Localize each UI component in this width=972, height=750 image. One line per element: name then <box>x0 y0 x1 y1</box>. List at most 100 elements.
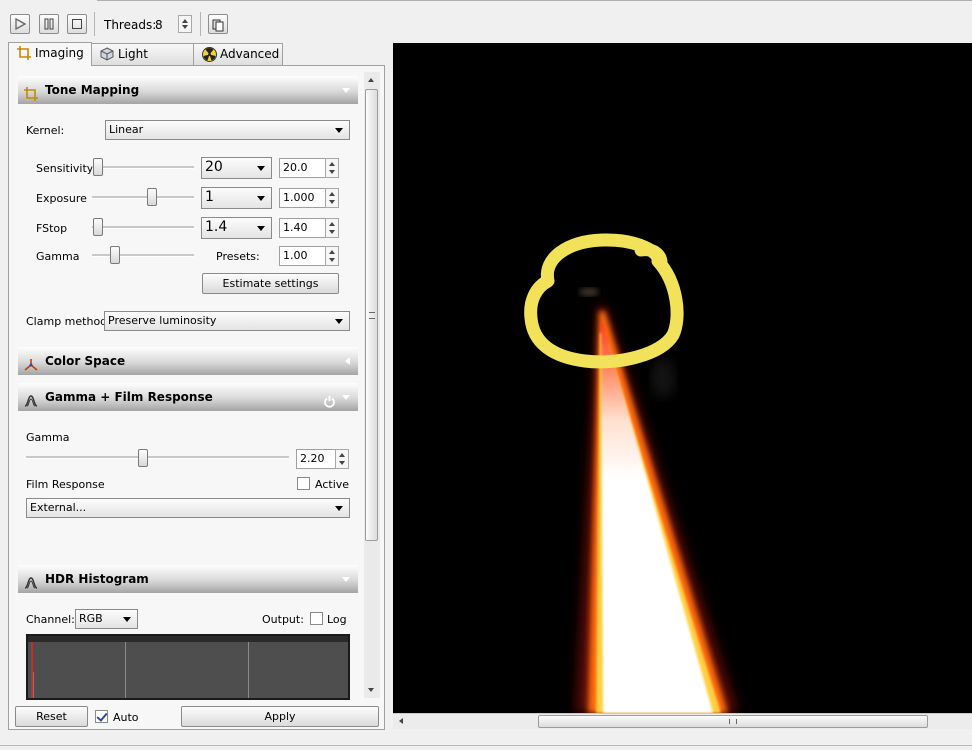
histogram-plot <box>26 634 350 700</box>
pause-button[interactable] <box>39 14 59 34</box>
gamma-spinner[interactable] <box>325 246 339 266</box>
crop-icon <box>17 46 31 67</box>
clamp-method-label: Clamp method: <box>26 315 111 328</box>
toolbar-separator-2 <box>200 12 201 36</box>
collapse-arrow-icon[interactable] <box>342 88 350 93</box>
channel-select[interactable]: RGB <box>75 609 138 629</box>
exposure-input[interactable]: 1.000 <box>279 188 339 208</box>
scroll-down-arrow[interactable] <box>368 688 374 692</box>
play-button[interactable] <box>10 14 30 34</box>
copy-button[interactable] <box>208 14 228 34</box>
estimate-settings-button[interactable]: Estimate settings <box>202 273 339 294</box>
curve-icon <box>24 390 38 418</box>
film-gamma-slider-thumb[interactable] <box>138 449 148 467</box>
toolbar-separator <box>94 12 95 36</box>
scroll-up-arrow[interactable] <box>368 78 374 82</box>
fstop-slider-thumb[interactable] <box>93 218 103 236</box>
film-gamma-spinner[interactable] <box>335 449 349 469</box>
fstop-spinner[interactable] <box>325 218 339 238</box>
film-gamma-slider-track[interactable] <box>26 456 289 459</box>
exposure-slider-thumb[interactable] <box>147 188 157 206</box>
auto-checkbox[interactable] <box>95 710 108 723</box>
grip-icon <box>369 312 375 319</box>
sensitivity-slider-thumb[interactable] <box>93 158 103 176</box>
fstop-label: FStop <box>36 222 68 235</box>
apply-button[interactable]: Apply <box>181 706 379 727</box>
viewport-horizontal-scrollbar[interactable] <box>393 713 972 729</box>
collapse-arrow-icon[interactable] <box>342 395 350 400</box>
panel-scroll-thumb[interactable] <box>365 89 378 541</box>
chevron-down-icon <box>335 506 343 511</box>
viewport-scroll-thumb[interactable] <box>538 715 928 728</box>
film-gamma-input[interactable]: 2.20 <box>296 449 349 469</box>
pause-icon <box>44 18 54 30</box>
film-active-checkbox[interactable] <box>297 477 310 490</box>
color-space-header[interactable]: Color Space <box>18 347 358 375</box>
gamma-film-header[interactable]: Gamma + Film Response <box>18 383 358 411</box>
threads-label: Threads: <box>104 18 157 32</box>
panel-vertical-scrollbar[interactable] <box>364 72 380 698</box>
histogram-gridline <box>125 642 126 698</box>
top-border <box>97 0 972 1</box>
stop-icon <box>72 19 82 29</box>
chevron-down-icon <box>257 196 265 201</box>
power-icon[interactable] <box>323 390 336 418</box>
exposure-label: Exposure <box>36 192 87 205</box>
curve-icon <box>24 572 38 600</box>
sensitivity-combo[interactable]: 20 <box>201 157 272 179</box>
exposure-combo[interactable]: 1 <box>201 187 272 209</box>
log-label: Log <box>327 613 347 626</box>
presets-label: Presets: <box>216 250 260 263</box>
chevron-down-icon <box>335 128 343 133</box>
chevron-down-icon <box>335 319 343 324</box>
chevron-down-icon <box>257 166 265 171</box>
threads-value[interactable]: 8 <box>155 18 163 32</box>
expand-arrow-icon[interactable] <box>345 357 350 365</box>
play-icon <box>15 18 26 30</box>
gamma-input[interactable]: 1.00 <box>279 246 339 266</box>
sensitivity-spinner[interactable] <box>325 158 339 178</box>
sensitivity-slider-track[interactable] <box>92 166 194 169</box>
stop-button[interactable] <box>67 14 87 34</box>
hdr-histogram-header[interactable]: HDR Histogram <box>18 565 358 593</box>
channel-label: Channel: <box>26 613 75 626</box>
status-bar-line <box>0 745 972 746</box>
auto-label: Auto <box>113 711 139 724</box>
axes-icon <box>24 354 38 382</box>
fstop-input[interactable]: 1.40 <box>279 218 339 238</box>
gamma-slider-thumb[interactable] <box>110 246 120 264</box>
film-response-label: Film Response <box>26 478 105 491</box>
copy-icon <box>212 19 224 32</box>
histogram-gridline <box>248 642 249 698</box>
fstop-slider-track[interactable] <box>92 226 194 229</box>
exposure-slider-track[interactable] <box>92 196 194 199</box>
tab-light-groups[interactable]: Light Groups <box>91 43 194 82</box>
film-gamma-label: Gamma <box>26 431 70 444</box>
render-viewport[interactable] <box>393 43 972 713</box>
render-image <box>524 233 738 713</box>
film-response-select[interactable]: External... <box>26 498 350 518</box>
histogram-green-bar <box>33 672 34 698</box>
output-label: Output: <box>262 613 304 626</box>
log-checkbox[interactable] <box>310 612 323 625</box>
tone-mapping-header[interactable]: Tone Mapping <box>18 76 358 104</box>
exposure-spinner[interactable] <box>325 188 339 208</box>
tab-imaging[interactable]: Imaging <box>8 42 92 66</box>
scroll-left-arrow[interactable] <box>399 718 403 724</box>
threads-spinner[interactable] <box>178 15 192 33</box>
sensitivity-input[interactable]: 20.0 <box>279 158 339 178</box>
crop-icon <box>24 83 38 111</box>
chevron-down-icon <box>123 617 131 622</box>
film-active-label: Active <box>315 478 350 491</box>
clamp-method-select[interactable]: Preserve luminosity <box>104 311 350 331</box>
chevron-down-icon <box>257 226 265 231</box>
tab-advanced[interactable]: Advanced <box>193 43 283 65</box>
fstop-combo[interactable]: 1.4 <box>201 217 272 239</box>
reset-button[interactable]: Reset <box>15 706 88 727</box>
gamma-label: Gamma <box>36 250 80 263</box>
sensitivity-label: Sensitivity <box>36 162 94 175</box>
gamma-slider-track[interactable] <box>92 254 194 257</box>
grip-icon <box>729 719 737 724</box>
kernel-select[interactable]: Linear <box>105 120 350 140</box>
collapse-arrow-icon[interactable] <box>342 577 350 582</box>
